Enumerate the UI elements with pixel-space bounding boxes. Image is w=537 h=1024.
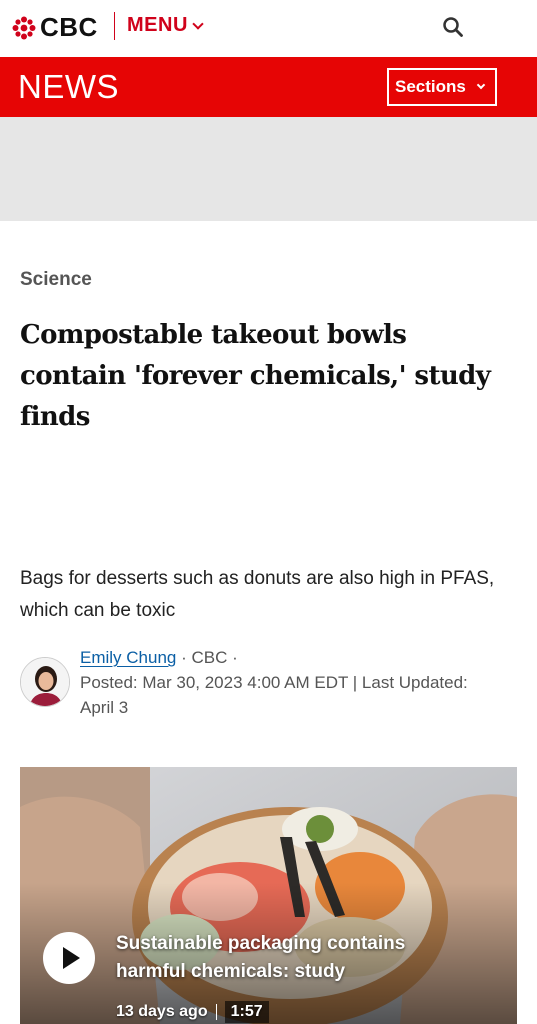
video-duration: 1:57 <box>224 1001 269 1023</box>
cbc-gem-icon <box>12 16 36 39</box>
author-link[interactable]: Emily Chung <box>80 648 176 667</box>
chevron-down-icon <box>192 17 204 30</box>
ad-placeholder <box>0 117 537 221</box>
section-title[interactable]: NEWS <box>18 68 119 106</box>
video-card[interactable]: Sustainable packaging contains harmful c… <box>20 767 517 1024</box>
sections-button[interactable]: Sections <box>387 68 497 106</box>
article-headline: Compostable takeout bowls contain 'forev… <box>20 320 491 432</box>
menu-button[interactable]: MENU <box>127 14 204 37</box>
logo-text: CBC <box>40 12 98 42</box>
meta-divider <box>215 1004 217 1020</box>
video-age: 13 days ago <box>116 1003 208 1020</box>
byline-source: · CBC · <box>176 648 238 667</box>
news-bar: NEWS Sections <box>0 57 537 117</box>
play-button[interactable] <box>43 932 95 984</box>
menu-label: MENU <box>127 14 188 36</box>
play-icon <box>62 947 80 969</box>
top-bar: CBC MENU <box>0 0 537 57</box>
header-divider <box>114 12 115 40</box>
chevron-down-icon <box>476 80 486 90</box>
author-avatar[interactable] <box>20 657 70 707</box>
video-meta: 13 days ago 1:57 <box>116 1001 269 1023</box>
byline-text: Emily Chung · CBC · Posted: Mar 30, 2023… <box>80 645 500 720</box>
author-photo <box>21 658 69 706</box>
search-icon[interactable] <box>442 16 464 38</box>
sections-label: Sections <box>395 77 466 96</box>
article-category[interactable]: Science <box>20 269 92 291</box>
article-deck: Bags for desserts such as donuts are als… <box>20 568 495 621</box>
cbc-logo[interactable]: CBC <box>12 12 98 43</box>
video-title[interactable]: Sustainable packaging contains harmful c… <box>116 930 466 986</box>
article-dates: Posted: Mar 30, 2023 4:00 AM EDT | Last … <box>80 673 468 717</box>
